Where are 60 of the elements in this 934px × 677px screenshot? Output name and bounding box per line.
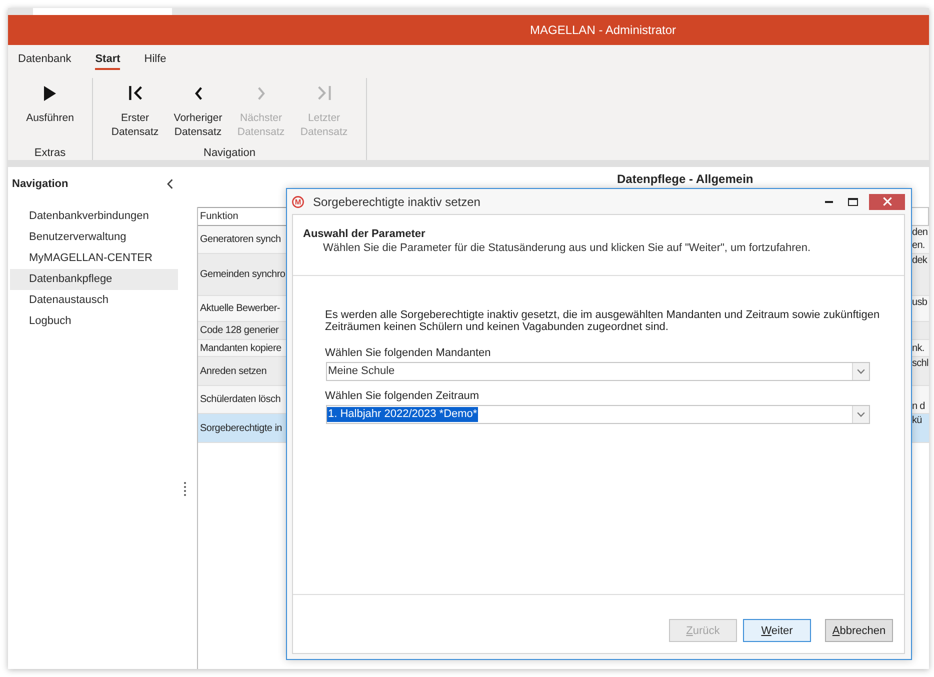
field-label: Wählen Sie folgenden Mandanten: [325, 347, 491, 359]
dropdown-value: Meine Schule: [327, 364, 396, 379]
page-heading: Datenpflege - Allgemein: [617, 173, 754, 186]
nav-item[interactable]: Benutzerverwaltung: [10, 227, 178, 248]
cancel-button[interactable]: Abbrechen: [825, 619, 893, 642]
nav-item[interactable]: Logbuch: [10, 311, 178, 332]
ribbon-button[interactable]: Erster Datensatz: [107, 78, 163, 146]
ribbon-tab[interactable]: Start: [95, 53, 120, 70]
ribbon-button[interactable]: Ausführen: [22, 78, 78, 146]
table-cell: Schülerdaten lösch: [200, 394, 281, 405]
dialog-title: Sorgeberechtigte inaktiv setzen: [313, 194, 480, 208]
dropdown-button[interactable]: [852, 363, 869, 380]
dropdown-field[interactable]: Meine Schule: [326, 362, 870, 381]
table-cell: Gemeinden synchro: [200, 269, 286, 280]
left-chevron-icon: [194, 86, 202, 100]
table-cell: schl: [912, 357, 928, 370]
bar-left-chevron-icon: [128, 86, 142, 100]
ribbon-tab[interactable]: Datenbank: [18, 53, 72, 70]
section-subtitle: Wählen Sie die Parameter für die Statusänderung aus und klicken Sie auf "Weiter", um fortzufahren.: [322, 241, 812, 255]
table-cell: usb: [912, 296, 928, 309]
play-icon: [44, 86, 56, 100]
table-cell: n d: [912, 400, 925, 413]
table-cell: Generatoren synch: [200, 234, 281, 245]
right-chevron-bar-icon: [318, 86, 330, 100]
close-icon: [882, 197, 892, 206]
dropdown-value: 1. Halbjahr 2022/2023 *Demo*: [327, 407, 478, 422]
nav-item[interactable]: Datenbankpflege: [10, 269, 178, 290]
dropdown-field[interactable]: 1. Halbjahr 2022/2023 *Demo*: [326, 405, 870, 424]
table-cell: Mandanten kopiere: [200, 342, 282, 354]
right-chevron-icon: [258, 86, 264, 100]
close-button[interactable]: [869, 194, 905, 210]
nav-item[interactable]: Datenbankverbindungen: [10, 206, 178, 227]
field-label: Wählen Sie folgenden Zeitraum: [325, 390, 480, 402]
table-cell: nk.: [912, 342, 924, 354]
next-button[interactable]: Weiter: [743, 619, 811, 642]
chevron-down-icon: [857, 369, 865, 374]
nav-item[interactable]: Datenaustausch: [10, 290, 178, 311]
table-cell: Anreden setzen: [200, 366, 267, 376]
drag-handle-icon[interactable]: [184, 482, 186, 496]
nav-item[interactable]: MyMAGELLAN-CENTER: [10, 248, 178, 269]
group-label: Navigation: [202, 146, 256, 160]
column-header: Funktion: [200, 211, 238, 222]
table-cell: Code 128 generier: [200, 325, 279, 336]
chevron-down-icon: [857, 412, 865, 417]
description-text: Es werden alle Sorgeberechtigte inaktiv gesetzt, die im ausgewählten Mandanten und Zeitraum sowie zukünftigen Zeiträumen keinen Schülern und keinen Vagabunden zugeordnet sind.: [325, 309, 881, 333]
ribbon-button[interactable]: Vorheriger Datensatz: [170, 78, 226, 146]
table-cell: Aktuelle Bewerber-: [200, 303, 280, 314]
table-cell: Sorgeberechtigte in: [200, 422, 282, 434]
window-title: MAGELLAN - Administrator: [530, 23, 676, 37]
minimize-icon: [825, 200, 833, 202]
dropdown-button[interactable]: [852, 406, 869, 423]
ribbon-tab[interactable]: Hilfe: [144, 53, 166, 70]
table-cell: dek: [912, 254, 928, 267]
chevron-left-icon[interactable]: [167, 179, 173, 189]
group-label: Extras: [33, 146, 67, 160]
table-cell: den en.: [912, 226, 928, 252]
panel-title: Navigation: [12, 177, 68, 191]
table-cell: kü: [912, 414, 922, 427]
maximize-icon: [848, 198, 858, 206]
section-title: Auswahl der Parameter: [303, 227, 426, 241]
